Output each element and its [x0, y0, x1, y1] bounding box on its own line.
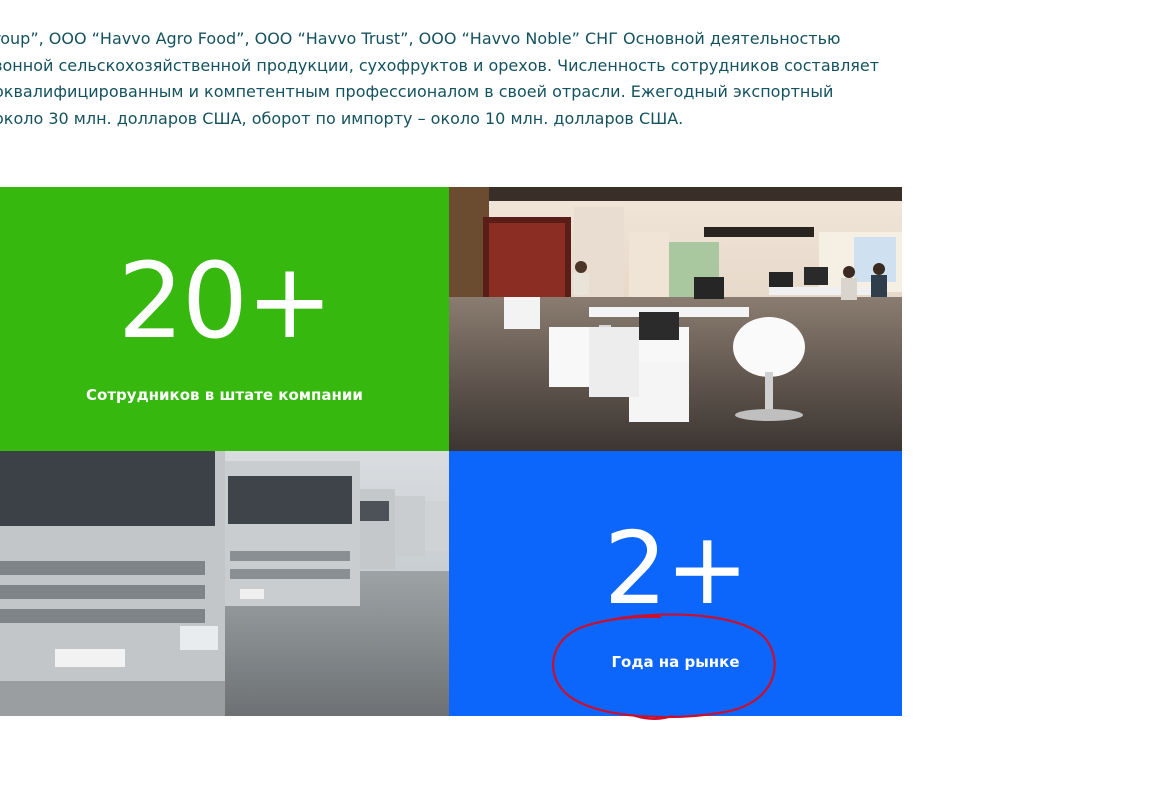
company-description: roup”, ООО “Havvo Agro Food”, ООО “Havvo…: [0, 26, 894, 132]
office-photo: [449, 187, 902, 451]
description-line: roup”, ООО “Havvo Agro Food”, ООО “Havvo…: [0, 29, 841, 48]
trucks-photo: [0, 451, 449, 716]
stat-tile-years: 2+ Года на рынке: [449, 451, 902, 716]
office-illustration: [449, 187, 902, 451]
stat-label: Сотрудников в штате компании: [86, 386, 363, 404]
description-line: зонной сельскохозяйственной продукции, с…: [0, 55, 880, 75]
page: roup”, ООО “Havvo Agro Food”, ООО “Havvo…: [0, 0, 1176, 808]
stat-tile-employees: 20+ Сотрудников в штате компании: [0, 187, 449, 451]
trucks-illustration: [0, 451, 449, 716]
stat-label: Года на рынке: [611, 653, 740, 671]
stat-number: 2+: [603, 510, 749, 627]
description-line: около 30 млн. долларов США, оборот по им…: [0, 108, 684, 128]
stat-number: 20+: [117, 240, 333, 362]
description-line: оквалифицированным и компетентным профес…: [0, 82, 834, 101]
